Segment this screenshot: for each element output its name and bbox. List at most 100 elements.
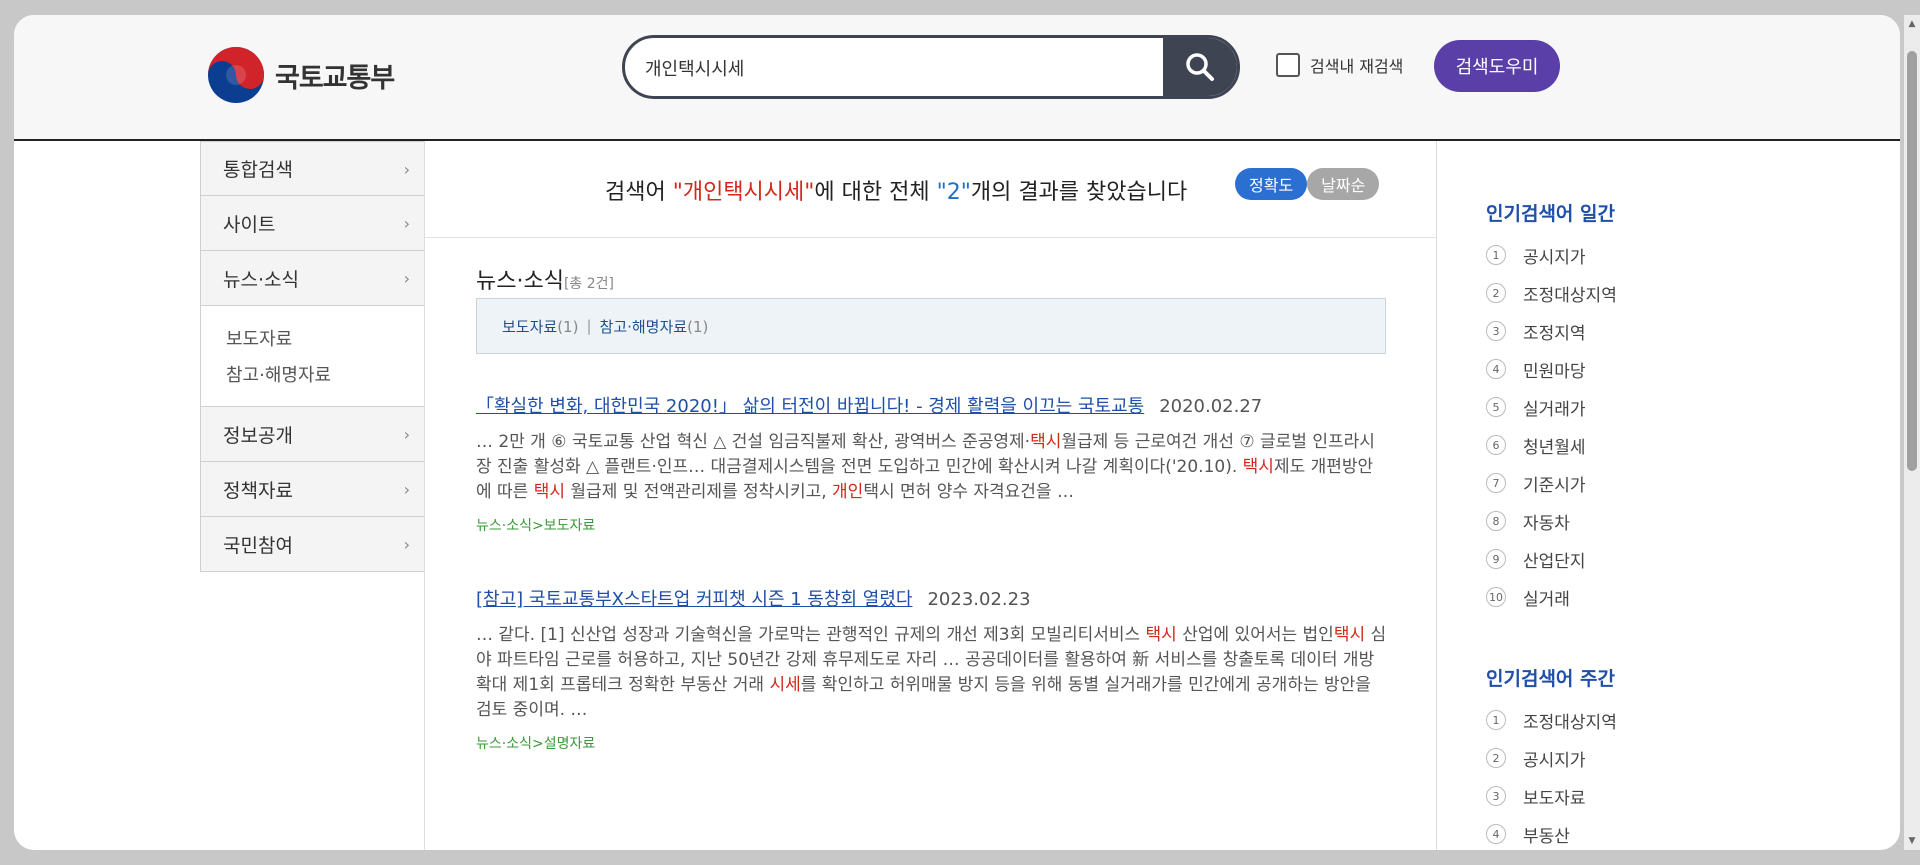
result-item-header: 「확실한 변화, 대한민국 2020!」 삶의 터전이 바뀝니다! - 경제 활…	[476, 392, 1388, 418]
rank-badge: 2	[1486, 748, 1506, 768]
snippet-text: 산업에 있어서는 법인	[1176, 625, 1334, 645]
popular-item-label: 보도자료	[1523, 788, 1586, 809]
lnb-item-news[interactable]: 뉴스·소식 ›	[200, 251, 425, 306]
popular-item[interactable]: 8 자동차	[1486, 502, 1746, 540]
scrollbar-thumb[interactable]	[1907, 51, 1917, 471]
lnb-item-integrated[interactable]: 통합검색 ›	[200, 141, 425, 196]
popular-item[interactable]: 4 부동산	[1486, 815, 1746, 850]
rank-badge: 3	[1486, 321, 1506, 341]
rank-badge: 1	[1486, 245, 1506, 265]
popular-item-label: 부동산	[1523, 826, 1570, 847]
search-icon	[1186, 53, 1214, 81]
snippet-text: … 2만 개 ⑥ 국토교통 산업 혁신 △ 건설 임금직불제 확산, 광역버스 …	[476, 432, 1031, 452]
result-count: "2"	[936, 180, 971, 205]
right-sidebar: 인기검색어 일간 1 공시지가 2 조정대상지역 3 조정지역 4 민원마당 5 실거래가 6 청년월…	[1486, 199, 1746, 850]
rank-badge: 6	[1486, 435, 1506, 455]
popular-item-label: 청년월세	[1523, 437, 1586, 458]
popular-item-label: 공시지가	[1523, 247, 1586, 268]
popular-item[interactable]: 6 청년월세	[1486, 426, 1746, 464]
popular-item[interactable]: 2 조정대상지역	[1486, 274, 1746, 312]
lnb-item-participation[interactable]: 국민참여 ›	[200, 517, 425, 572]
popular-weekly-list: 1 조정대상지역 2 공시지가 3 보도자료 4 부동산	[1486, 701, 1746, 850]
lnb-subitem-reference[interactable]: 참고·해명자료	[226, 358, 424, 394]
sort-toggle: 정확도 날짜순	[1235, 168, 1380, 200]
popular-item[interactable]: 1 조정대상지역	[1486, 701, 1746, 739]
keyword-highlight: 시세	[769, 675, 801, 695]
result-title-link[interactable]: [참고] 국토교통부X스타트업 커피챗 시즌 1 동창회 열렸다	[476, 589, 912, 610]
scroll-down-arrow[interactable]: ▼	[1907, 836, 1917, 846]
snippet-text: 월급제 및 전액관리제를 정착시키고,	[565, 482, 833, 502]
rank-badge: 1	[1486, 710, 1506, 730]
popular-item[interactable]: 7 기준시가	[1486, 464, 1746, 502]
recheck-label: 검색내 재검색	[1310, 57, 1404, 76]
popular-weekly-title: 인기검색어 주간	[1486, 668, 1615, 690]
keyword-highlight: 택시	[1242, 457, 1274, 477]
rank-badge: 10	[1486, 587, 1506, 607]
logo[interactable]: 국토교통부	[207, 45, 395, 105]
chevron-right-icon: ›	[403, 160, 410, 179]
popular-item[interactable]: 9 산업단지	[1486, 540, 1746, 578]
keyword-highlight: 개인	[832, 482, 864, 502]
popular-item-label: 기준시가	[1523, 475, 1586, 496]
category-press[interactable]: 보도자료(1)	[502, 316, 578, 337]
category-filter: 보도자료(1) | 참고·해명자료(1)	[476, 298, 1386, 354]
result-snippet: … 2만 개 ⑥ 국토교통 산업 혁신 △ 건설 임금직불제 확산, 광역버스 …	[476, 430, 1388, 505]
recheck-option[interactable]: 검색내 재검색	[1276, 53, 1403, 77]
scrollbar[interactable]: ▲ ▼	[1904, 15, 1920, 850]
snippet-text: … 같다. [1] 신산업 성장과 기술혁신을 가로막는 관행적인 규제의 개선…	[476, 625, 1146, 645]
popular-item-label: 조정지역	[1523, 323, 1586, 344]
recheck-checkbox[interactable]	[1276, 53, 1300, 77]
keyword-highlight: 택시	[533, 482, 566, 502]
lnb-subitem-press[interactable]: 보도자료	[226, 322, 424, 358]
popular-daily-list: 1 공시지가 2 조정대상지역 3 조정지역 4 민원마당 5 실거래가 6 청년월세 7 기준시가 8 자동…	[1486, 236, 1746, 616]
popular-item[interactable]: 4 민원마당	[1486, 350, 1746, 388]
lnb-item-policy[interactable]: 정책자료 ›	[200, 462, 425, 517]
chevron-right-icon: ›	[403, 535, 410, 554]
rank-badge: 9	[1486, 549, 1506, 569]
popular-item-label: 공시지가	[1523, 750, 1586, 771]
popular-item-label: 조정대상지역	[1523, 712, 1617, 733]
search-button[interactable]	[1163, 38, 1237, 96]
keyword-highlight: 택시	[1145, 625, 1177, 645]
lnb-item-info[interactable]: 정보공개 ›	[200, 407, 425, 462]
search-help-button[interactable]: 검색도우미	[1434, 40, 1560, 92]
rank-badge: 8	[1486, 511, 1506, 531]
result-keyword: "개인택시시세"	[672, 180, 815, 205]
popular-item[interactable]: 3 조정지역	[1486, 312, 1746, 350]
keyword-highlight: 택시	[1030, 432, 1062, 452]
search-box	[622, 35, 1240, 99]
result-snippet: … 같다. [1] 신산업 성장과 기술혁신을 가로막는 관행적인 규제의 개선…	[476, 623, 1388, 723]
search-input[interactable]	[643, 38, 1147, 96]
result-summary: 검색어 "개인택시시세"에 대한 전체 "2"개의 결과를 찾았습니다 정확도 …	[425, 141, 1436, 238]
chevron-right-icon: ›	[403, 269, 410, 288]
popular-item[interactable]: 10 실거래	[1486, 578, 1746, 616]
scroll-up-arrow[interactable]: ▲	[1907, 19, 1917, 29]
popular-item[interactable]: 5 실거래가	[1486, 388, 1746, 426]
popular-item-label: 자동차	[1523, 513, 1570, 534]
lnb-submenu-news: 보도자료 참고·해명자료	[200, 306, 425, 407]
popular-item[interactable]: 2 공시지가	[1486, 739, 1746, 777]
sort-accuracy-button[interactable]: 정확도	[1235, 168, 1308, 200]
popular-item[interactable]: 1 공시지가	[1486, 236, 1746, 274]
result-path[interactable]: 뉴스·소식>설명자료	[476, 733, 1388, 753]
result-path[interactable]: 뉴스·소식>보도자료	[476, 515, 1388, 535]
result-title-link[interactable]: 「확실한 변화, 대한민국 2020!」 삶의 터전이 바뀝니다! - 경제 활…	[476, 396, 1144, 417]
emblem-icon	[208, 47, 264, 103]
popular-item-label: 실거래	[1523, 589, 1570, 610]
sort-date-button[interactable]: 날짜순	[1307, 168, 1380, 200]
result-date: 2023.02.23	[927, 589, 1031, 610]
left-nav: 통합검색 › 사이트 › 뉴스·소식 › 보도자료 참고·해명자료 정보공개 ›…	[200, 141, 425, 572]
section-title: 뉴스·소식[총 2건]	[476, 269, 615, 294]
logo-text: 국토교통부	[275, 62, 395, 94]
category-reference[interactable]: 참고·해명자료(1)	[600, 316, 709, 337]
result-date: 2020.02.27	[1159, 396, 1263, 417]
rank-badge: 4	[1486, 359, 1506, 379]
snippet-text: 택시 면허 양수 자격요건을 …	[863, 482, 1074, 502]
lnb-item-site[interactable]: 사이트 ›	[200, 196, 425, 251]
popular-item-label: 산업단지	[1523, 551, 1586, 572]
result-item: [참고] 국토교통부X스타트업 커피챗 시즌 1 동창회 열렸다 2023.02.…	[476, 585, 1388, 753]
result-item-header: [참고] 국토교통부X스타트업 커피챗 시즌 1 동창회 열렸다 2023.02.…	[476, 585, 1388, 611]
rank-badge: 2	[1486, 283, 1506, 303]
popular-item[interactable]: 3 보도자료	[1486, 777, 1746, 815]
chevron-right-icon: ›	[403, 425, 410, 444]
